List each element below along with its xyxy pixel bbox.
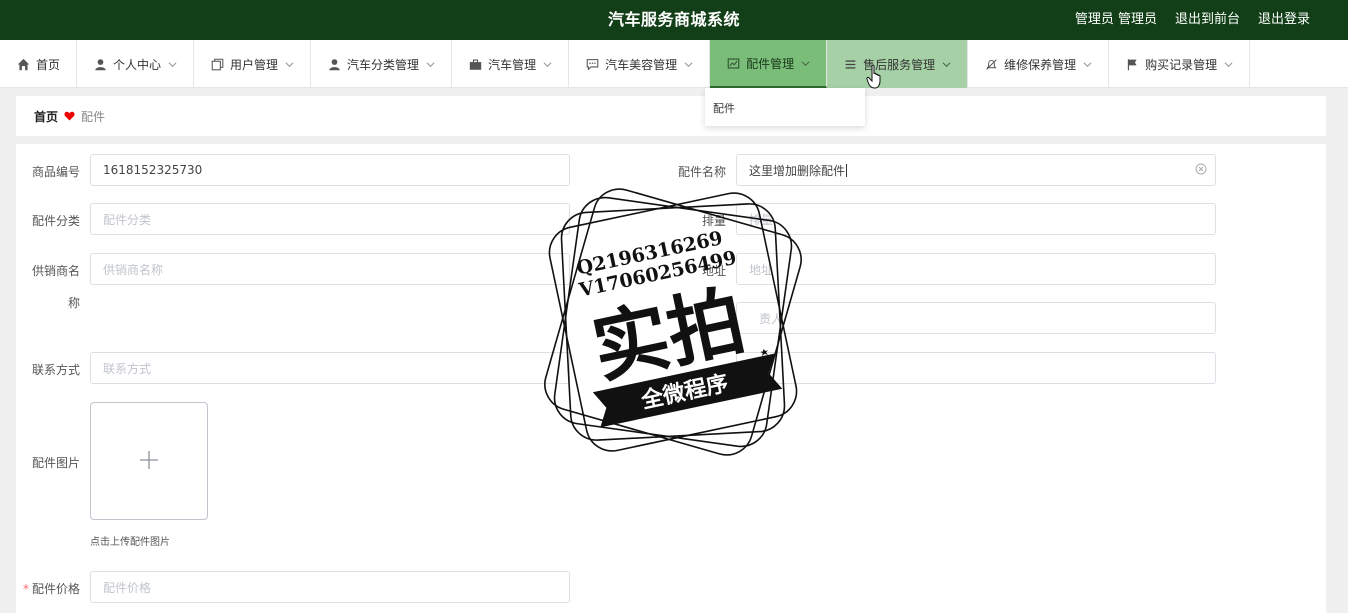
- chevron-down-icon: [1082, 59, 1092, 69]
- text-caret: [846, 163, 848, 177]
- hand-cursor-icon: [866, 64, 881, 89]
- breadcrumb: 首页 配件: [16, 96, 1326, 136]
- image-label: 配件图片: [31, 456, 80, 470]
- nav-purchase-records-management[interactable]: 购买记录管理: [1109, 40, 1251, 88]
- part-name-input[interactable]: 这里增加删除配件: [736, 154, 1216, 186]
- nav-user-management[interactable]: 用户管理: [194, 40, 312, 88]
- list-icon: [843, 57, 857, 71]
- breadcrumb-home[interactable]: 首页: [34, 108, 58, 125]
- nav-car-management[interactable]: 汽车管理: [452, 40, 570, 88]
- parts-dropdown-menu: 配件: [705, 88, 865, 126]
- part-name-value: 这里增加删除配件: [749, 163, 846, 178]
- required-asterisk: *: [22, 582, 29, 596]
- nav-car-beauty-management[interactable]: 汽车美容管理: [569, 40, 711, 88]
- nav-home[interactable]: 首页: [0, 40, 78, 88]
- address-placeholder: 地址: [749, 262, 774, 277]
- chevron-down-icon: [941, 59, 951, 69]
- chevron-down-icon: [683, 59, 693, 69]
- top-header: 汽车服务商城系统 管理员 管理员 退出到前台 退出登录: [0, 0, 1348, 40]
- contact-placeholder: 联系方式: [103, 361, 152, 376]
- copy-icon: [210, 57, 224, 71]
- nav-parts-management-label: 配件管理: [746, 56, 795, 71]
- nav-purchase-records-label: 购买记录管理: [1145, 57, 1218, 72]
- chevron-down-icon: [425, 59, 435, 69]
- nav-car-category-label: 汽车分类管理: [347, 57, 420, 72]
- back-to-frontend-link[interactable]: 退出到前台: [1175, 8, 1240, 27]
- nav-personal-center[interactable]: 个人中心: [77, 40, 195, 88]
- price-label: * 配件价格: [12, 580, 80, 597]
- price-placeholder: 配件价格: [103, 580, 152, 595]
- price-input[interactable]: 配件价格: [90, 571, 570, 603]
- image-upload-button[interactable]: [90, 402, 208, 520]
- flag-icon: [1125, 57, 1139, 71]
- product-no-label: 商品编号: [31, 165, 80, 179]
- nav-parts-management[interactable]: 配件管理: [710, 40, 828, 88]
- extra-input[interactable]: 备: [736, 352, 1216, 384]
- quantity-input[interactable]: 排量: [736, 203, 1216, 235]
- address-input[interactable]: 地址: [736, 253, 1216, 285]
- user-icon: [327, 57, 341, 71]
- chat-icon: [585, 57, 599, 71]
- bell-off-icon: [984, 57, 998, 71]
- chart-icon: [726, 56, 740, 70]
- supplier-placeholder: 供销商名称: [103, 262, 164, 277]
- contact-input[interactable]: 联系方式: [90, 352, 570, 384]
- address-label: 地址: [701, 264, 726, 278]
- user-icon: [93, 57, 107, 71]
- category-label: 配件分类: [31, 214, 80, 228]
- header-links: 管理员 管理员 退出到前台 退出登录: [1075, 8, 1310, 27]
- nav-car-management-label: 汽车管理: [488, 57, 537, 72]
- heart-icon: [64, 111, 75, 121]
- supplier-input[interactable]: 供销商名称: [90, 253, 570, 285]
- person-input[interactable]: 责人: [736, 302, 1216, 334]
- chevron-down-icon: [167, 59, 177, 69]
- admin-user-link[interactable]: 管理员 管理员: [1075, 8, 1157, 27]
- contact-label: 联系方式: [31, 363, 80, 377]
- chevron-down-icon: [542, 59, 552, 69]
- chevron-down-icon: [1223, 59, 1233, 69]
- nav-personal-center-label: 个人中心: [113, 57, 162, 72]
- nav-home-label: 首页: [36, 57, 61, 72]
- quantity-placeholder: 排量: [749, 212, 774, 227]
- price-label-text: 配件价格: [31, 582, 80, 596]
- dropdown-item-parts[interactable]: 配件: [713, 100, 735, 116]
- nav-maintenance-label: 维修保养管理: [1004, 57, 1077, 72]
- part-name-label: 配件名称: [677, 165, 726, 179]
- home-icon: [16, 57, 30, 71]
- product-no-value: 1618152325730: [103, 163, 203, 177]
- logout-link[interactable]: 退出登录: [1258, 8, 1310, 27]
- breadcrumb-current: 配件: [81, 109, 106, 124]
- category-input[interactable]: 配件分类: [90, 203, 570, 235]
- product-no-input[interactable]: 1618152325730: [90, 154, 570, 186]
- nav-after-sales-management[interactable]: 售后服务管理: [827, 40, 969, 88]
- quantity-label: 排量: [701, 214, 726, 228]
- nav-maintenance-management[interactable]: 维修保养管理: [968, 40, 1110, 88]
- clear-icon[interactable]: [1195, 163, 1207, 175]
- upload-hint: 点击上传配件图片: [90, 537, 170, 548]
- chevron-down-icon: [284, 59, 294, 69]
- category-placeholder: 配件分类: [103, 212, 152, 227]
- supplier-label-line2: 称: [67, 296, 80, 310]
- plus-icon: [139, 450, 159, 473]
- person-placeholder: 责人: [759, 311, 784, 326]
- extra-placeholder: 备: [749, 361, 762, 376]
- briefcase-icon: [468, 57, 482, 71]
- supplier-label-line1: 供销商名: [31, 264, 80, 278]
- chevron-down-icon: [800, 58, 810, 68]
- nav-car-category-management[interactable]: 汽车分类管理: [311, 40, 453, 88]
- nav-car-beauty-label: 汽车美容管理: [605, 57, 678, 72]
- main-nav: 首页 个人中心 用户管理 汽车分类管理 汽车管理 汽车美容管理 配件管理 售后服…: [0, 40, 1348, 88]
- nav-user-management-label: 用户管理: [230, 57, 279, 72]
